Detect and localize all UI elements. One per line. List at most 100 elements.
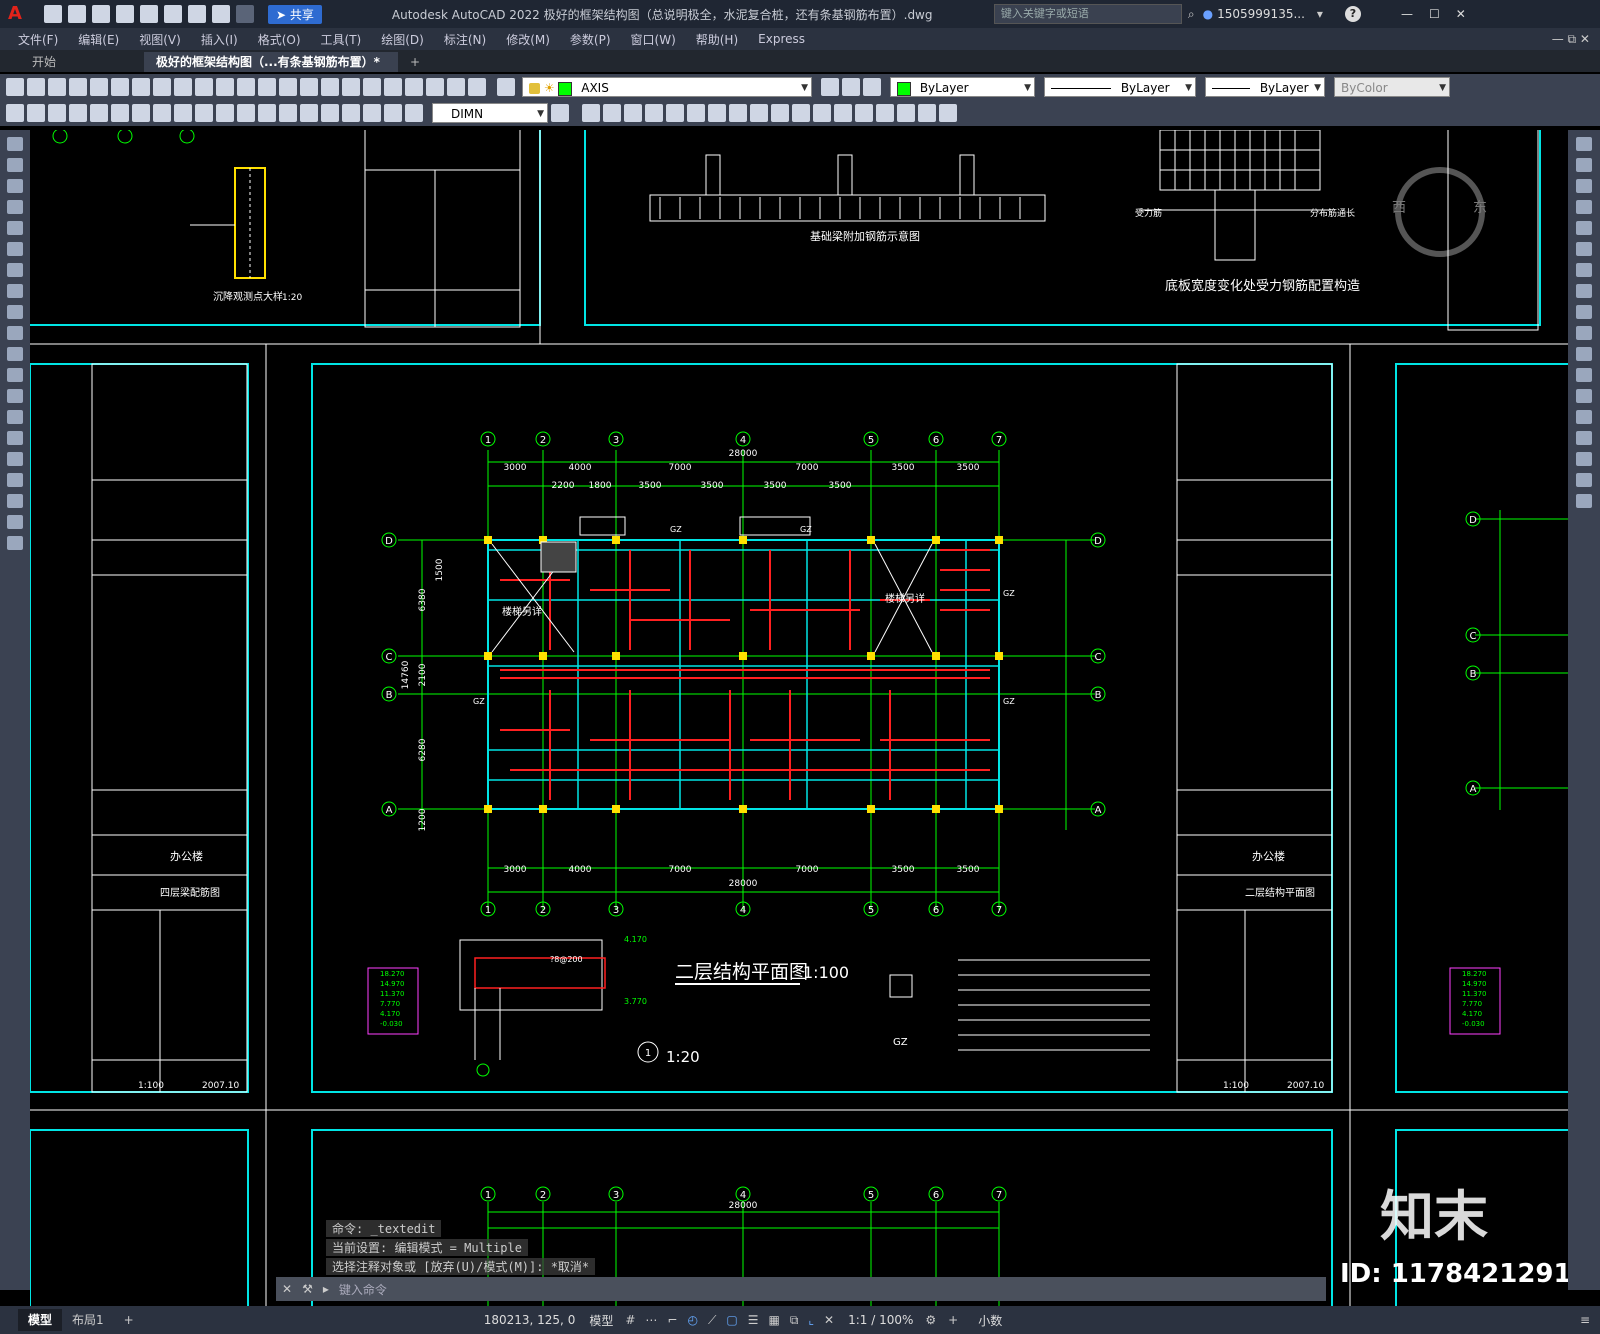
ucs-3p-icon[interactable]: [855, 104, 873, 122]
menu-draw[interactable]: 绘图(D): [371, 31, 434, 48]
preview-icon[interactable]: [90, 78, 108, 96]
osnap-icon[interactable]: ▢: [726, 1313, 737, 1327]
stretch-icon[interactable]: [1576, 305, 1592, 319]
quick-dim-icon[interactable]: [174, 104, 192, 122]
blend-icon[interactable]: [1576, 473, 1592, 487]
insert-block-icon[interactable]: [7, 368, 23, 382]
offset-icon[interactable]: [1576, 200, 1592, 214]
close-icon[interactable]: ✕: [1456, 7, 1466, 21]
color-dropdown[interactable]: ByLayer ▼: [890, 77, 1035, 97]
cart-icon[interactable]: ▾: [1317, 7, 1323, 21]
paste-icon[interactable]: [174, 78, 192, 96]
scale-icon[interactable]: [1576, 284, 1592, 298]
ucs-icon[interactable]: [792, 104, 810, 122]
calc-icon[interactable]: [447, 78, 465, 96]
selection-cycling-icon[interactable]: ⧉: [790, 1313, 799, 1328]
layer-previous-icon[interactable]: [842, 78, 860, 96]
layer-dropdown[interactable]: ☀ AXIS ▼: [522, 77, 812, 97]
menu-modify[interactable]: 修改(M): [496, 31, 560, 48]
zoom-realtime-icon[interactable]: [279, 78, 297, 96]
make-block-icon[interactable]: [7, 389, 23, 403]
tab-layout1[interactable]: 布局1: [62, 1309, 114, 1331]
orbit-icon[interactable]: [666, 104, 684, 122]
copy-object-icon[interactable]: [1576, 158, 1592, 172]
menu-express[interactable]: Express: [748, 32, 815, 46]
help-icon[interactable]: [468, 78, 486, 96]
search-box[interactable]: 键入关键字或短语: [993, 4, 1182, 24]
ucs-dynamic-icon[interactable]: ⌞: [808, 1313, 814, 1327]
dim-linear-icon[interactable]: [6, 104, 24, 122]
save-web-icon[interactable]: [164, 5, 182, 23]
gradient-icon[interactable]: [7, 452, 23, 466]
table-icon[interactable]: [7, 494, 23, 508]
polygon-icon[interactable]: [7, 200, 23, 214]
ellipse-icon[interactable]: [7, 326, 23, 340]
search-icon[interactable]: ⌕: [1188, 7, 1195, 22]
dim-continue-icon[interactable]: [216, 104, 234, 122]
dim-radius-icon[interactable]: [90, 104, 108, 122]
plotstyle-dropdown[interactable]: ByColor ▼: [1334, 77, 1450, 97]
zoom-previous-icon[interactable]: [321, 78, 339, 96]
command-input[interactable]: 键入命令: [339, 1281, 1326, 1298]
copy-icon[interactable]: [153, 78, 171, 96]
ortho-icon[interactable]: ⌐: [667, 1313, 677, 1327]
lineweight-dropdown[interactable]: ByLayer ▼: [1205, 77, 1325, 97]
tolerance-icon[interactable]: [279, 104, 297, 122]
dim-space-icon[interactable]: [237, 104, 255, 122]
maximize-icon[interactable]: ☐: [1429, 7, 1440, 21]
mtext-icon[interactable]: [7, 515, 23, 529]
menu-dimension[interactable]: 标注(N): [434, 31, 496, 48]
inspect-icon[interactable]: [321, 104, 339, 122]
dim-jogged-icon[interactable]: [111, 104, 129, 122]
view-front-icon[interactable]: [582, 104, 600, 122]
tab-drawing[interactable]: 极好的框架结构图（...有条基钢筋布置）* ✕: [144, 52, 398, 89]
ucs-view-icon[interactable]: [918, 104, 936, 122]
tab-model[interactable]: 模型: [18, 1309, 63, 1331]
markup-icon[interactable]: [426, 78, 444, 96]
join-icon[interactable]: [1576, 410, 1592, 424]
help-icon[interactable]: ?: [1344, 6, 1361, 22]
toolpalettes-icon[interactable]: [384, 78, 402, 96]
minimize-icon[interactable]: —: [1401, 7, 1413, 21]
compass-west[interactable]: 西: [1392, 200, 1406, 216]
compass-east[interactable]: 东: [1473, 200, 1487, 216]
layer-properties-icon[interactable]: [497, 78, 515, 96]
save-icon[interactable]: [48, 78, 66, 96]
dim-style-icon[interactable]: [551, 104, 569, 122]
trim-icon[interactable]: [1576, 326, 1592, 340]
dim-update-icon[interactable]: [405, 104, 423, 122]
isodraft-icon[interactable]: ⟋: [708, 1313, 716, 1328]
plus-icon[interactable]: +: [948, 1313, 958, 1327]
plot-icon[interactable]: [69, 78, 87, 96]
xline-icon[interactable]: [7, 158, 23, 172]
dim-aligned-icon[interactable]: [27, 104, 45, 122]
arc-icon[interactable]: [7, 242, 23, 256]
extend-icon[interactable]: [1576, 347, 1592, 361]
array-icon[interactable]: [1576, 221, 1592, 235]
spline-icon[interactable]: [7, 305, 23, 319]
revcloud-icon[interactable]: [7, 284, 23, 298]
pan-icon[interactable]: [258, 78, 276, 96]
dim-angular-icon[interactable]: [153, 104, 171, 122]
ucs-origin-icon[interactable]: [834, 104, 852, 122]
properties-icon[interactable]: [342, 78, 360, 96]
transparency-icon[interactable]: ▦: [768, 1313, 779, 1327]
settings-gear-icon[interactable]: ⚙: [925, 1313, 936, 1327]
qnew-icon[interactable]: [6, 78, 24, 96]
dim-arc-icon[interactable]: [48, 104, 66, 122]
tab-start[interactable]: 开始: [20, 52, 144, 72]
hatch-icon[interactable]: [7, 431, 23, 445]
command-close-icon[interactable]: ✕: [282, 1282, 292, 1296]
cut-icon[interactable]: [132, 78, 150, 96]
menu-view[interactable]: 视图(V): [129, 31, 191, 48]
view-top-icon[interactable]: [603, 104, 621, 122]
plot-icon[interactable]: [188, 5, 206, 23]
ucs-world-icon[interactable]: [813, 104, 831, 122]
coordinates[interactable]: 180213, 125, 0: [484, 1313, 576, 1327]
menu-insert[interactable]: 插入(I): [191, 31, 248, 48]
open-web-icon[interactable]: [140, 5, 158, 23]
ellipse-arc-icon[interactable]: [7, 347, 23, 361]
undo-icon[interactable]: [216, 78, 234, 96]
fillet-icon[interactable]: [1576, 452, 1592, 466]
publish-icon[interactable]: [111, 78, 129, 96]
